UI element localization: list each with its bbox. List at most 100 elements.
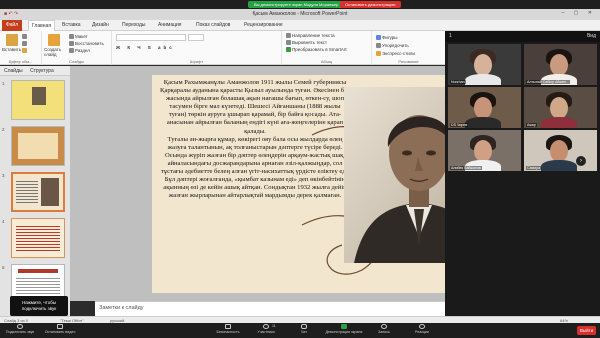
chat-bubble-icon xyxy=(301,324,307,329)
smartart-button[interactable]: Преобразовать в SmartArt xyxy=(286,47,347,53)
font-size-box[interactable] xyxy=(188,34,204,41)
share-screen-icon xyxy=(341,324,347,329)
record-button[interactable]: Запись xyxy=(366,324,402,338)
chat-label: Чат xyxy=(301,330,307,334)
quick-styles-button[interactable]: Экспресс-стили xyxy=(376,51,415,57)
participants-button[interactable]: Участники 11 xyxy=(248,324,284,338)
tab-slides-pane[interactable]: Слайды xyxy=(4,66,23,76)
slide-body-text[interactable]: Қасым Рахымжанұлы Аманжолов 1911 жылы Се… xyxy=(160,79,350,200)
participant-name: DS Чирия xyxy=(450,123,469,127)
smartart-label: Преобразовать в SmartArt xyxy=(292,47,347,52)
participant-body xyxy=(465,117,501,128)
zoom-video-gallery: 1 Вид Nurzhan Алтынай Сабыр Айжан... DS … xyxy=(445,31,600,321)
join-audio-label: Подключить звук xyxy=(5,330,35,334)
notes-pane[interactable]: Заметки к слайду xyxy=(95,301,445,316)
drawing-group-label: Рисование xyxy=(398,59,419,64)
tab-outline-pane[interactable]: Структура xyxy=(30,66,54,76)
ppt-title-bar: ■ ↶ ↷ Қасым Аманжолов - Microsoft PowerP… xyxy=(0,9,600,20)
participant-face xyxy=(474,97,492,119)
align-text-icon xyxy=(286,40,291,46)
copy-button[interactable] xyxy=(22,41,28,47)
thumb-number: 2 xyxy=(2,127,5,132)
thumb-scroll xyxy=(18,133,58,159)
slide-thumbnail-1[interactable] xyxy=(11,80,65,120)
participant-face xyxy=(474,140,492,162)
tab-transitions[interactable]: Переходы xyxy=(122,20,145,31)
video-tile[interactable]: Алибек Байжанов xyxy=(448,130,521,171)
participant-face xyxy=(550,97,568,119)
chat-button[interactable]: Чат xyxy=(286,324,322,338)
participant-name: Ажар xyxy=(526,123,537,127)
slides-group-label: Слайды xyxy=(69,59,84,64)
video-tile[interactable]: Nurzhan xyxy=(448,44,521,85)
tab-animation[interactable]: Анимация xyxy=(158,20,181,31)
tab-home[interactable]: Главная xyxy=(28,20,56,31)
figures-button[interactable]: Фигуры xyxy=(376,35,398,41)
video-tile[interactable]: DS Чирия xyxy=(448,87,521,128)
font-style-buttons[interactable]: Ж К Ч S abc xyxy=(116,45,175,50)
slide-thumbnails[interactable]: 1 2 3 4 5 xyxy=(0,76,70,323)
slide-thumbnail-3[interactable] xyxy=(11,172,65,212)
participant-face xyxy=(550,140,568,162)
stop-video-button[interactable]: Остановить видео xyxy=(42,324,78,338)
section-button[interactable]: Раздел xyxy=(69,48,90,54)
text-direction-icon xyxy=(286,33,291,39)
participants-count: 11 xyxy=(272,324,276,328)
font-name-box[interactable] xyxy=(116,34,186,41)
layout-button[interactable]: Макет xyxy=(69,34,88,40)
align-text-label: Выровнять текст xyxy=(292,40,328,45)
thumb-text-lines xyxy=(16,179,38,205)
join-audio-button[interactable]: Подключить звук xyxy=(2,324,38,338)
paste-button[interactable]: Вставить xyxy=(2,47,21,52)
headphones-icon xyxy=(17,324,23,329)
shapes-icon xyxy=(376,35,381,41)
slide-paragraph: Қасым Рахымжанұлы Аманжолов 1911 жылы Се… xyxy=(160,79,350,135)
format-painter-button[interactable] xyxy=(22,48,28,54)
security-button[interactable]: Безопасность xyxy=(210,324,246,338)
tab-insert[interactable]: Вставка xyxy=(62,20,81,31)
paragraph-group-label: Абзац xyxy=(320,59,333,64)
font-group: Ж К Ч S abc Шрифт xyxy=(112,31,282,65)
reactions-button[interactable]: Реакции xyxy=(404,324,440,338)
tab-design[interactable]: Дизайн xyxy=(92,20,109,31)
participant-name: Самира xyxy=(526,166,542,170)
participants-label: Участники xyxy=(257,330,275,334)
notes-placeholder: Заметки к слайду xyxy=(99,305,144,311)
brush-icon xyxy=(22,48,27,54)
leave-meeting-button[interactable]: Выйти xyxy=(577,326,596,335)
new-slide-button[interactable]: Создать слайд xyxy=(44,47,66,57)
shield-icon xyxy=(225,324,231,329)
text-direction-button[interactable]: Направление текста xyxy=(286,33,335,39)
tab-slideshow[interactable]: Показ слайдов xyxy=(196,20,230,31)
stop-share-button[interactable]: Остановить демонстрацию xyxy=(340,1,401,8)
video-tile[interactable]: Самира xyxy=(524,130,597,171)
window-controls[interactable]: – ▢ ✕ xyxy=(562,10,596,16)
thumb-text-lines xyxy=(16,224,60,252)
video-tile[interactable]: Алтынай Сабыр Айжан... xyxy=(524,44,597,85)
participant-body xyxy=(541,117,577,128)
tab-review[interactable]: Рецензирование xyxy=(244,20,283,31)
section-icon xyxy=(69,48,74,54)
camera-icon xyxy=(57,324,63,329)
participant-body xyxy=(541,160,577,171)
slide-thumbnail-4[interactable] xyxy=(11,218,65,258)
gallery-view-label[interactable]: Вид xyxy=(587,33,596,39)
align-text-button[interactable]: Выровнять текст xyxy=(286,40,328,46)
reset-label: Восстановить xyxy=(75,41,104,46)
paste-icon xyxy=(6,34,18,46)
next-page-arrow-icon[interactable]: › xyxy=(576,156,586,166)
cut-button[interactable] xyxy=(22,34,28,40)
share-screen-button[interactable]: Демонстрация экрана xyxy=(324,324,364,338)
window-title: Қасым Аманжолов - Microsoft PowerPoint xyxy=(252,11,348,17)
video-tile[interactable]: Ажар xyxy=(524,87,597,128)
participant-face xyxy=(474,54,492,76)
reset-button[interactable]: Восстановить xyxy=(69,41,104,47)
arrange-button[interactable]: Упорядочить xyxy=(376,43,409,49)
ppt-status-bar: Слайд 3 из 9 "Тема Office" русский 64% xyxy=(0,316,600,323)
reactions-label: Реакции xyxy=(415,330,429,334)
zoom-control-bar: Подключить звук Остановить видео Безопас… xyxy=(0,323,600,338)
thumb-title xyxy=(18,269,58,273)
gallery-count: 1 xyxy=(449,33,452,39)
slide-thumbnail-2[interactable] xyxy=(11,126,65,166)
tab-file[interactable]: Файл xyxy=(2,20,22,31)
